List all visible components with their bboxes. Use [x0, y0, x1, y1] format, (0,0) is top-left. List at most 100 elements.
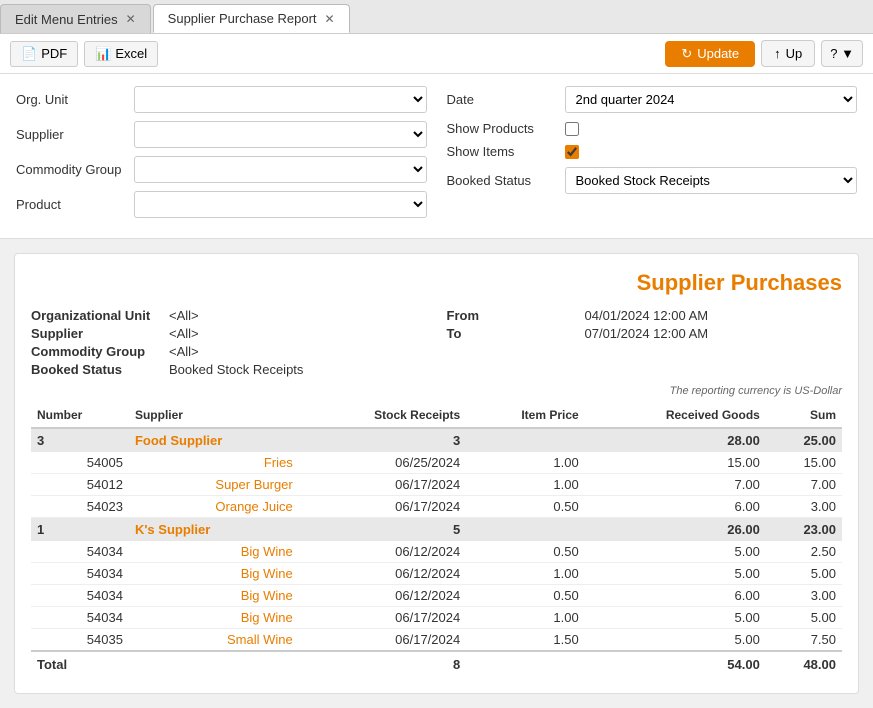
up-button[interactable]: ↑ Up — [761, 40, 815, 67]
commodity-group-select[interactable] — [134, 156, 427, 183]
update-label: Update — [697, 46, 739, 61]
item-name: Big Wine — [129, 607, 299, 629]
tab-close-edit-menu[interactable]: ✕ — [126, 12, 136, 26]
item-sum: 5.00 — [766, 607, 842, 629]
meta-commodity-key: Commodity Group — [31, 344, 161, 359]
table-row: 54005 Fries 06/25/2024 1.00 15.00 15.00 — [31, 452, 842, 474]
group-received-goods: 26.00 — [585, 518, 766, 542]
product-select[interactable] — [134, 191, 427, 218]
meta-supplier-key: Supplier — [31, 326, 161, 341]
total-label: Total — [31, 651, 299, 677]
item-sum: 7.50 — [766, 629, 842, 652]
item-name: Fries — [129, 452, 299, 474]
table-header-row: Number Supplier Stock Receipts Item Pric… — [31, 403, 842, 428]
report-title: Supplier Purchases — [31, 270, 842, 296]
table-total-row: Total 8 54.00 48.00 — [31, 651, 842, 677]
item-price: 1.00 — [466, 452, 585, 474]
table-row: 54012 Super Burger 06/17/2024 1.00 7.00 … — [31, 474, 842, 496]
item-price: 1.00 — [466, 607, 585, 629]
item-name: Big Wine — [129, 585, 299, 607]
item-price: 1.00 — [466, 474, 585, 496]
item-number: 54034 — [31, 607, 129, 629]
group-stock-receipts: 3 — [299, 428, 466, 452]
meta-commodity-value: <All> — [169, 344, 199, 359]
help-label: ? — [830, 46, 837, 61]
meta-supplier-value: <All> — [169, 326, 199, 341]
item-received-goods: 6.00 — [585, 585, 766, 607]
meta-from-key: From — [447, 308, 577, 323]
excel-button[interactable]: 📊 Excel — [84, 41, 158, 67]
col-supplier: Supplier — [129, 403, 299, 428]
item-received-goods: 15.00 — [585, 452, 766, 474]
chevron-down-icon: ▼ — [841, 46, 854, 61]
supplier-select[interactable] — [134, 121, 427, 148]
item-sum: 7.00 — [766, 474, 842, 496]
report-table: Number Supplier Stock Receipts Item Pric… — [31, 403, 842, 677]
item-number: 54012 — [31, 474, 129, 496]
item-sum: 3.00 — [766, 585, 842, 607]
booked-status-select[interactable]: Booked Stock ReceiptsAllUnbooked — [565, 167, 858, 194]
tab-supplier-purchase[interactable]: Supplier Purchase Report ✕ — [153, 4, 350, 33]
product-label: Product — [16, 197, 126, 212]
item-price: 0.50 — [466, 496, 585, 518]
item-date: 06/17/2024 — [299, 474, 466, 496]
org-unit-select[interactable] — [134, 86, 427, 113]
group-sum: 23.00 — [766, 518, 842, 542]
tab-close-supplier[interactable]: ✕ — [325, 12, 335, 26]
item-price: 1.00 — [466, 563, 585, 585]
org-unit-label: Org. Unit — [16, 92, 126, 107]
item-name: Big Wine — [129, 541, 299, 563]
date-label: Date — [447, 92, 557, 107]
show-items-checkbox[interactable] — [565, 145, 579, 159]
pdf-label: PDF — [41, 46, 67, 61]
excel-label: Excel — [115, 46, 147, 61]
table-row: 54034 Big Wine 06/12/2024 0.50 6.00 3.00 — [31, 585, 842, 607]
item-number: 54023 — [31, 496, 129, 518]
item-received-goods: 5.00 — [585, 541, 766, 563]
item-number: 54034 — [31, 585, 129, 607]
item-date: 06/17/2024 — [299, 496, 466, 518]
tab-edit-menu[interactable]: Edit Menu Entries ✕ — [0, 4, 151, 33]
item-date: 06/17/2024 — [299, 607, 466, 629]
show-items-label: Show Items — [447, 144, 557, 159]
item-sum: 15.00 — [766, 452, 842, 474]
update-icon: ↻ — [681, 46, 692, 62]
total-sum: 48.00 — [766, 651, 842, 677]
item-sum: 5.00 — [766, 563, 842, 585]
item-received-goods: 7.00 — [585, 474, 766, 496]
total-item-price — [466, 651, 585, 677]
item-name: Super Burger — [129, 474, 299, 496]
item-price: 0.50 — [466, 585, 585, 607]
help-button[interactable]: ? ▼ — [821, 40, 863, 67]
meta-org-unit-key: Organizational Unit — [31, 308, 161, 323]
total-received-goods: 54.00 — [585, 651, 766, 677]
item-number: 54005 — [31, 452, 129, 474]
excel-icon: 📊 — [95, 46, 111, 62]
item-name: Orange Juice — [129, 496, 299, 518]
toolbar: 📄 PDF 📊 Excel ↻ Update ↑ Up ? ▼ — [0, 34, 873, 74]
filter-panel: Org. Unit Supplier Commodity Group — [0, 74, 873, 239]
item-date: 06/12/2024 — [299, 585, 466, 607]
report-meta: Organizational Unit <All> Supplier <All>… — [31, 308, 842, 377]
item-number: 54034 — [31, 563, 129, 585]
up-icon: ↑ — [774, 46, 781, 61]
pdf-icon: 📄 — [21, 46, 37, 62]
show-products-checkbox[interactable] — [565, 122, 579, 136]
commodity-group-label: Commodity Group — [16, 162, 126, 177]
col-received-goods: Received Goods — [585, 403, 766, 428]
group-item-price — [466, 518, 585, 542]
table-row: 54034 Big Wine 06/12/2024 0.50 5.00 2.50 — [31, 541, 842, 563]
item-number: 54034 — [31, 541, 129, 563]
date-select[interactable]: 2nd quarter 2024 — [565, 86, 858, 113]
item-date: 06/12/2024 — [299, 563, 466, 585]
item-received-goods: 6.00 — [585, 496, 766, 518]
booked-status-label: Booked Status — [447, 173, 557, 188]
group-name: K's Supplier — [129, 518, 299, 542]
col-stock-receipts: Stock Receipts — [299, 403, 466, 428]
update-button[interactable]: ↻ Update — [665, 41, 755, 67]
pdf-button[interactable]: 📄 PDF — [10, 41, 78, 67]
item-sum: 3.00 — [766, 496, 842, 518]
item-sum: 2.50 — [766, 541, 842, 563]
item-date: 06/17/2024 — [299, 629, 466, 652]
up-label: Up — [786, 46, 803, 61]
